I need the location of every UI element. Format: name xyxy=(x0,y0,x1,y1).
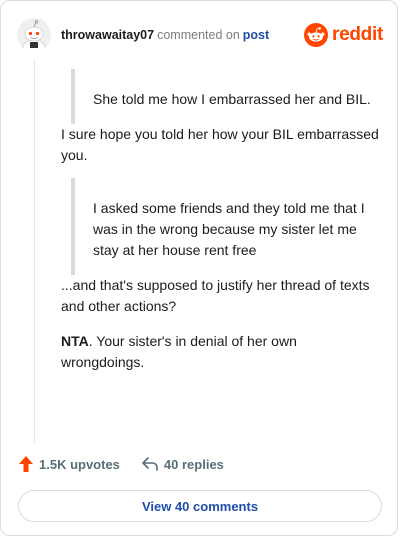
snoo-avatar-icon[interactable] xyxy=(17,18,51,52)
post-link[interactable]: post xyxy=(243,28,269,42)
reddit-brand[interactable]: reddit xyxy=(304,23,383,47)
comment-meta: throwawaitay07 commented on post xyxy=(61,28,269,42)
verdict-rest: . Your sister's in denial of her own wro… xyxy=(61,333,297,370)
comment-paragraph: ...and that's supposed to justify her th… xyxy=(61,277,370,314)
blockquote: I asked some friends and they told me th… xyxy=(71,178,381,275)
comment-body: She told me how I embarrassed her and BI… xyxy=(61,69,381,373)
upvote-count: 1.5K upvotes xyxy=(39,456,120,472)
quote-text: She told me how I embarrassed her and BI… xyxy=(93,91,371,107)
action-text: commented on xyxy=(157,28,240,42)
comment-card: throwawaitay07 commented on post reddit Sh… xyxy=(0,0,398,536)
username[interactable]: throwawaitay07 xyxy=(61,28,154,42)
reddit-wordmark: reddit xyxy=(332,24,383,45)
verdict-text: NTA xyxy=(61,333,89,349)
reply-arrow-icon xyxy=(142,457,158,471)
reddit-logo-icon xyxy=(304,23,329,47)
reply-count: 40 replies xyxy=(163,456,224,472)
comment-paragraph: I sure hope you told her how your BIL em… xyxy=(61,126,379,163)
upvote-button[interactable]: 1.5K upvotes xyxy=(19,456,120,472)
upvote-arrow-icon xyxy=(19,456,33,472)
comment-header: throwawaitay07 commented on post reddit xyxy=(17,17,383,53)
quote-text: I asked some friends and they told me th… xyxy=(93,200,365,258)
comment-paragraph: NTA. Your sister's in denial of her own … xyxy=(61,331,381,373)
replies-button[interactable]: 40 replies xyxy=(142,457,224,472)
thread-line xyxy=(34,59,35,443)
blockquote: She told me how I embarrassed her and BI… xyxy=(71,69,381,124)
comment-actions: 1.5K upvotes 40 replies xyxy=(19,456,224,472)
view-comments-button[interactable]: View 40 comments xyxy=(18,490,382,522)
